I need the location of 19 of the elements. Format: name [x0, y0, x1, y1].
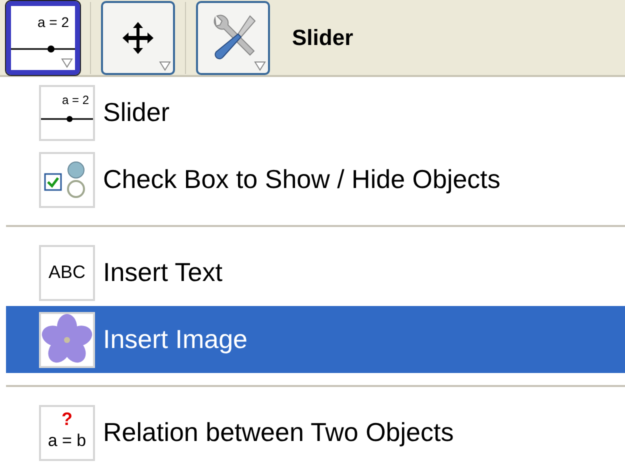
slider-track-icon: [41, 114, 93, 122]
icon-label: a = 2: [62, 92, 89, 106]
icon-label: a = b: [48, 430, 86, 450]
slider-icon: [11, 44, 75, 54]
flower-icon: [39, 312, 95, 368]
tool-button[interactable]: a = 2: [6, 0, 80, 74]
menu-item[interactable]: a = 2 Slider: [6, 79, 625, 146]
question-mark: ?: [62, 408, 72, 430]
dropdown-arrow-icon: [61, 58, 73, 68]
menu-item[interactable]: ABC Insert Text: [6, 239, 625, 306]
icon-label: a = 2: [37, 14, 69, 30]
move-icon: [120, 20, 156, 56]
menu-item[interactable]: Check Box to Show / Hide Objects: [6, 146, 625, 213]
tool-name: Slider: [292, 24, 354, 50]
icon-label: ABC: [48, 262, 86, 283]
dropdown-arrow-icon: [254, 60, 266, 70]
menu-item[interactable]: Insert Image: [6, 306, 625, 373]
dropdown-arrow-icon: [159, 60, 171, 70]
tool-button[interactable]: [101, 0, 175, 74]
